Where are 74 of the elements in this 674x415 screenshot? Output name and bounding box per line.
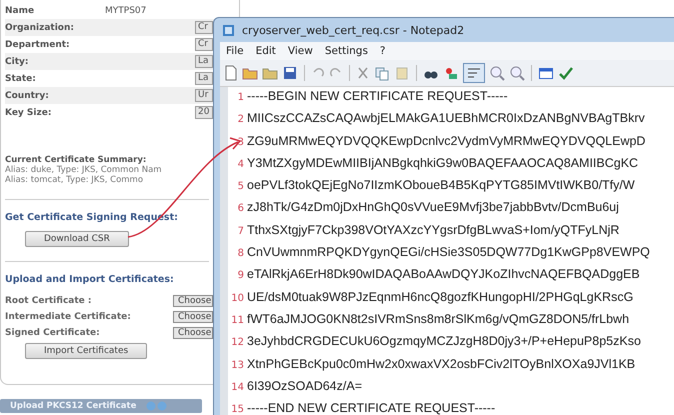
menu-item[interactable]: Settings	[324, 45, 368, 57]
save-icon[interactable]	[282, 65, 298, 81]
code-line: MIICszCCAZsCAQAwbjELMAkGA1UEBhMCR0IxDzANBgNVBAgTBkrv	[247, 111, 645, 126]
code-line: XtnPhGEBcKpu0c0mHw2x0xwaxVX2osbFCiv2lTOyBnlXOXa9JVl1KB	[247, 356, 636, 371]
field-label: Department:	[5, 40, 71, 50]
line-number: 14	[230, 382, 244, 393]
field-label: Country:	[5, 90, 50, 100]
code-line: fWT6aJMJOG0KN8t2sIVRmSns8m8rSlKm6g/vQmGZ8DON5/frLbwh	[247, 312, 630, 326]
field-label: Root Certificate :	[5, 296, 92, 306]
code-line: ZG9uMRMwEQYDVQQKEwpDcnlvc2VydmVyMRMwEQYDVQQLEwpD	[247, 134, 646, 148]
field-label: State:	[5, 74, 37, 84]
line-number: 6	[236, 203, 244, 214]
code-line: TthxSXtgjyF7Ckp398VOtYAXzcYYgsrDfgBLwvaS+Iom/yQTFyLNjR	[247, 222, 620, 237]
line-number: 13	[230, 360, 244, 371]
field-label: Name	[5, 6, 36, 16]
section-title: Upload PKCS12 Certificate	[10, 401, 136, 411]
choose-file-button[interactable]: Choose	[173, 327, 213, 339]
code-line: CnVUwmnmRPQKDYgynQEGi/cHSie3S05DQW77Dg1KwGPp8VEWPQ	[247, 245, 650, 260]
notepad-icon	[222, 23, 236, 37]
paste-icon[interactable]	[394, 65, 410, 81]
replace-icon[interactable]	[443, 65, 459, 81]
summary-line: Alias: tomcat, Type: JKS, Commo	[5, 175, 144, 185]
input-field[interactable]: 20	[195, 106, 213, 119]
window-icon[interactable]	[538, 65, 554, 81]
line-number: 5	[236, 181, 244, 192]
zoom-in-icon[interactable]	[489, 65, 505, 81]
summary-title: Current Certificate Summary:	[5, 155, 148, 165]
menu-item[interactable]: View	[288, 45, 313, 57]
line-number: 1	[236, 92, 244, 103]
word-wrap-icon[interactable]	[463, 63, 485, 83]
field-label: Intermediate Certificate:	[5, 312, 132, 322]
code-line: 3eJyhbdCRGDECUkU6OgzmqyMCZJzgH8D0jy3+/P+eHepuP8p5zKso	[247, 334, 641, 348]
code-line: -----BEGIN NEW CERTIFICATE REQUEST-----	[247, 89, 508, 103]
line-number: 11	[230, 314, 244, 326]
line-number: 9	[236, 270, 244, 282]
field-label: Key Size:	[5, 108, 52, 118]
copy-icon[interactable]	[374, 65, 390, 81]
menu-item[interactable]: Edit	[256, 45, 276, 57]
code-line: -----END NEW CERTIFICATE REQUEST-----	[247, 401, 496, 415]
zoom-out-icon[interactable]	[509, 65, 525, 81]
summary-line: Alias: duke, Type: JKS, Common Nam	[5, 165, 163, 175]
line-number: 12	[230, 337, 244, 348]
input-field[interactable]: Cr	[195, 38, 213, 51]
menu-item[interactable]: File	[226, 45, 244, 57]
checkmark-icon[interactable]	[558, 65, 574, 81]
cut-icon[interactable]	[356, 65, 370, 81]
input-field[interactable]: Ur	[195, 89, 213, 102]
line-number: 4	[236, 158, 244, 170]
import-button[interactable]: Import Certificates	[25, 343, 148, 359]
field-label: Organization:	[5, 22, 75, 32]
line-number: 7	[236, 226, 244, 237]
menu-item[interactable]: ?	[380, 45, 386, 57]
code-line: Y3MtZXgyMDEwMIIBIjANBgkqhkiG9w0BAQEFAAOCAQ8AMIIBCgKC	[247, 156, 638, 170]
line-number: 15	[230, 404, 244, 415]
field-value: MYTPS07	[105, 6, 148, 16]
code-line: 6I39OzSOAD64z/A=	[247, 378, 362, 393]
code-line: UE/dsM0tuak9W8PJzEqnmH6ncQ8gozfKHungopHI/2PHGqLgKRscG	[247, 290, 634, 304]
line-number: 8	[236, 248, 244, 260]
code-line: oePVLf3tokQEjEgNo7IIzmKOboueB4B5KqPYTG85IMVtIWKB0/Tfy/W	[247, 178, 635, 192]
choose-file-button[interactable]: Choose	[173, 295, 213, 307]
section-title: Upload and Import Certificates:	[5, 274, 175, 285]
download-button[interactable]: Download CSR	[25, 231, 129, 247]
new-file-icon[interactable]	[224, 65, 238, 81]
input-field[interactable]: La	[195, 72, 213, 85]
window-title: cryoserver_web_cert_req.csr - Notepad2	[242, 24, 464, 36]
code-line: zJ8hTk/G4zDm0jDxHnGhQ0sVVueE9Mvfj3be7jabbBvtv/DcmBu6uj	[247, 200, 619, 214]
input-field[interactable]: Cr	[195, 21, 213, 34]
line-number: 2	[236, 114, 244, 126]
input-field[interactable]: La	[195, 55, 213, 68]
line-number: 10	[230, 292, 244, 304]
choose-file-button[interactable]: Choose	[173, 311, 213, 323]
field-label: Signed Certificate:	[5, 328, 101, 338]
field-label: City:	[5, 56, 30, 66]
code-line: eTAlRkjA6ErH8Dk90wIDAQABoAAwDQYJKoZIhvcNAQEFBQADggEB	[247, 267, 640, 282]
